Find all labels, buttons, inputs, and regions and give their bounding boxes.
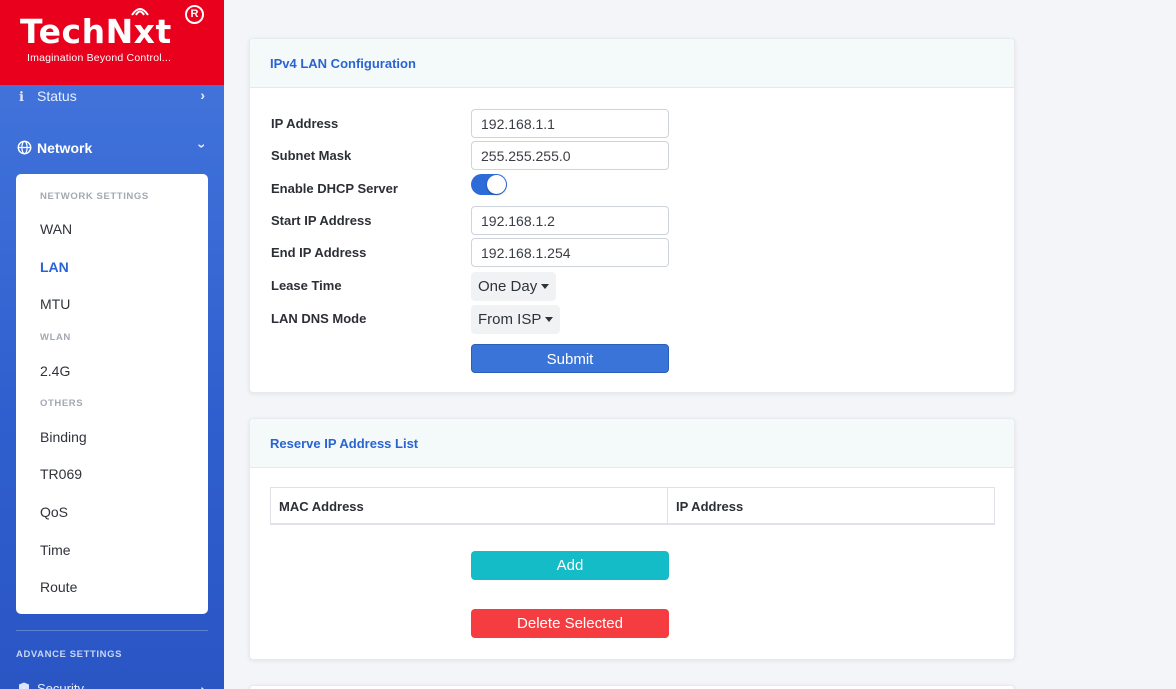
lease-time-label: Lease Time	[271, 278, 342, 293]
start-ip-input[interactable]	[471, 206, 669, 235]
ip-address-label: IP Address	[271, 116, 339, 131]
submenu-item-wan[interactable]: WAN	[40, 221, 72, 237]
submenu-item-binding[interactable]: Binding	[40, 429, 87, 445]
submenu-item-qos[interactable]: QoS	[40, 504, 68, 520]
lan-dns-mode-value: From ISP	[478, 311, 542, 328]
info-icon: ℹ	[19, 89, 24, 104]
sidebar-item-label: Status	[37, 88, 77, 104]
delete-selected-button[interactable]: Delete Selected	[471, 609, 669, 638]
sidebar-divider	[16, 630, 208, 631]
brand-logo[interactable]: TechNxt R Imagination Beyond Control...	[0, 0, 224, 85]
chevron-down-icon: ›	[194, 143, 211, 149]
subnet-mask-input[interactable]	[471, 141, 669, 170]
submenu-item-route[interactable]: Route	[40, 579, 77, 595]
chevron-right-icon: ›	[200, 681, 205, 689]
ip-address-input[interactable]	[471, 109, 669, 138]
column-header-mac: MAC Address	[271, 488, 668, 523]
shield-icon	[19, 682, 29, 689]
submenu-item-2-4g[interactable]: 2.4G	[40, 363, 70, 379]
column-header-ip: IP Address	[676, 499, 744, 514]
logo-tagline: Imagination Beyond Control...	[27, 52, 172, 64]
card-title: Reserve IP Address List	[270, 436, 419, 451]
submenu-item-tr069[interactable]: TR069	[40, 466, 82, 482]
next-card	[249, 685, 1015, 689]
caret-down-icon	[545, 316, 554, 322]
globe-icon	[17, 140, 32, 155]
lan-dns-mode-label: LAN DNS Mode	[271, 311, 367, 326]
lan-dns-mode-dropdown[interactable]: From ISP	[471, 305, 561, 334]
enable-dhcp-label: Enable DHCP Server	[271, 181, 398, 196]
submenu-item-time[interactable]: Time	[40, 542, 71, 558]
sidebar-item-status[interactable]: ℹ Status ›	[16, 86, 208, 108]
card-title: IPv4 LAN Configuration	[270, 56, 416, 71]
enable-dhcp-toggle[interactable]	[471, 174, 507, 195]
reserve-ip-card: Reserve IP Address List MAC Address IP A…	[249, 418, 1015, 660]
submenu-heading-others: OTHERS	[40, 398, 84, 409]
reserve-ip-table: MAC Address IP Address	[270, 487, 995, 525]
start-ip-label: Start IP Address	[271, 213, 372, 228]
submenu-heading-wlan: WLAN	[40, 332, 71, 343]
submenu-heading-network-settings: NETWORK SETTINGS	[40, 191, 149, 202]
sidebar-heading-advance: ADVANCE SETTINGS	[16, 649, 123, 660]
toggle-knob	[487, 175, 506, 194]
sidebar-item-label: Network	[37, 140, 93, 156]
submit-button[interactable]: Submit	[471, 344, 669, 373]
add-button[interactable]: Add	[471, 551, 669, 580]
card-header: Reserve IP Address List	[250, 419, 1014, 468]
submenu-item-mtu[interactable]: MTU	[40, 296, 70, 312]
lan-config-card: IPv4 LAN Configuration IP Address Subnet…	[249, 38, 1015, 393]
network-submenu: NETWORK SETTINGS WAN LAN MTU WLAN 2.4G O…	[16, 174, 208, 614]
end-ip-label: End IP Address	[271, 245, 367, 260]
logo-text: TechNxt	[20, 12, 172, 51]
card-header: IPv4 LAN Configuration	[250, 39, 1014, 88]
registered-mark: R	[185, 5, 204, 24]
sidebar: TechNxt R Imagination Beyond Control... …	[0, 0, 224, 689]
submenu-item-lan[interactable]: LAN	[40, 259, 69, 275]
lease-time-value: One Day	[478, 278, 538, 295]
end-ip-input[interactable]	[471, 238, 669, 267]
chevron-right-icon: ›	[200, 87, 205, 103]
sidebar-item-label: Security	[37, 681, 84, 689]
lease-time-dropdown[interactable]: One Day	[471, 272, 557, 301]
sidebar-item-security[interactable]: Security ›	[16, 680, 208, 689]
caret-down-icon	[541, 283, 550, 289]
sidebar-item-network[interactable]: Network ›	[16, 137, 211, 159]
subnet-mask-label: Subnet Mask	[271, 148, 352, 163]
